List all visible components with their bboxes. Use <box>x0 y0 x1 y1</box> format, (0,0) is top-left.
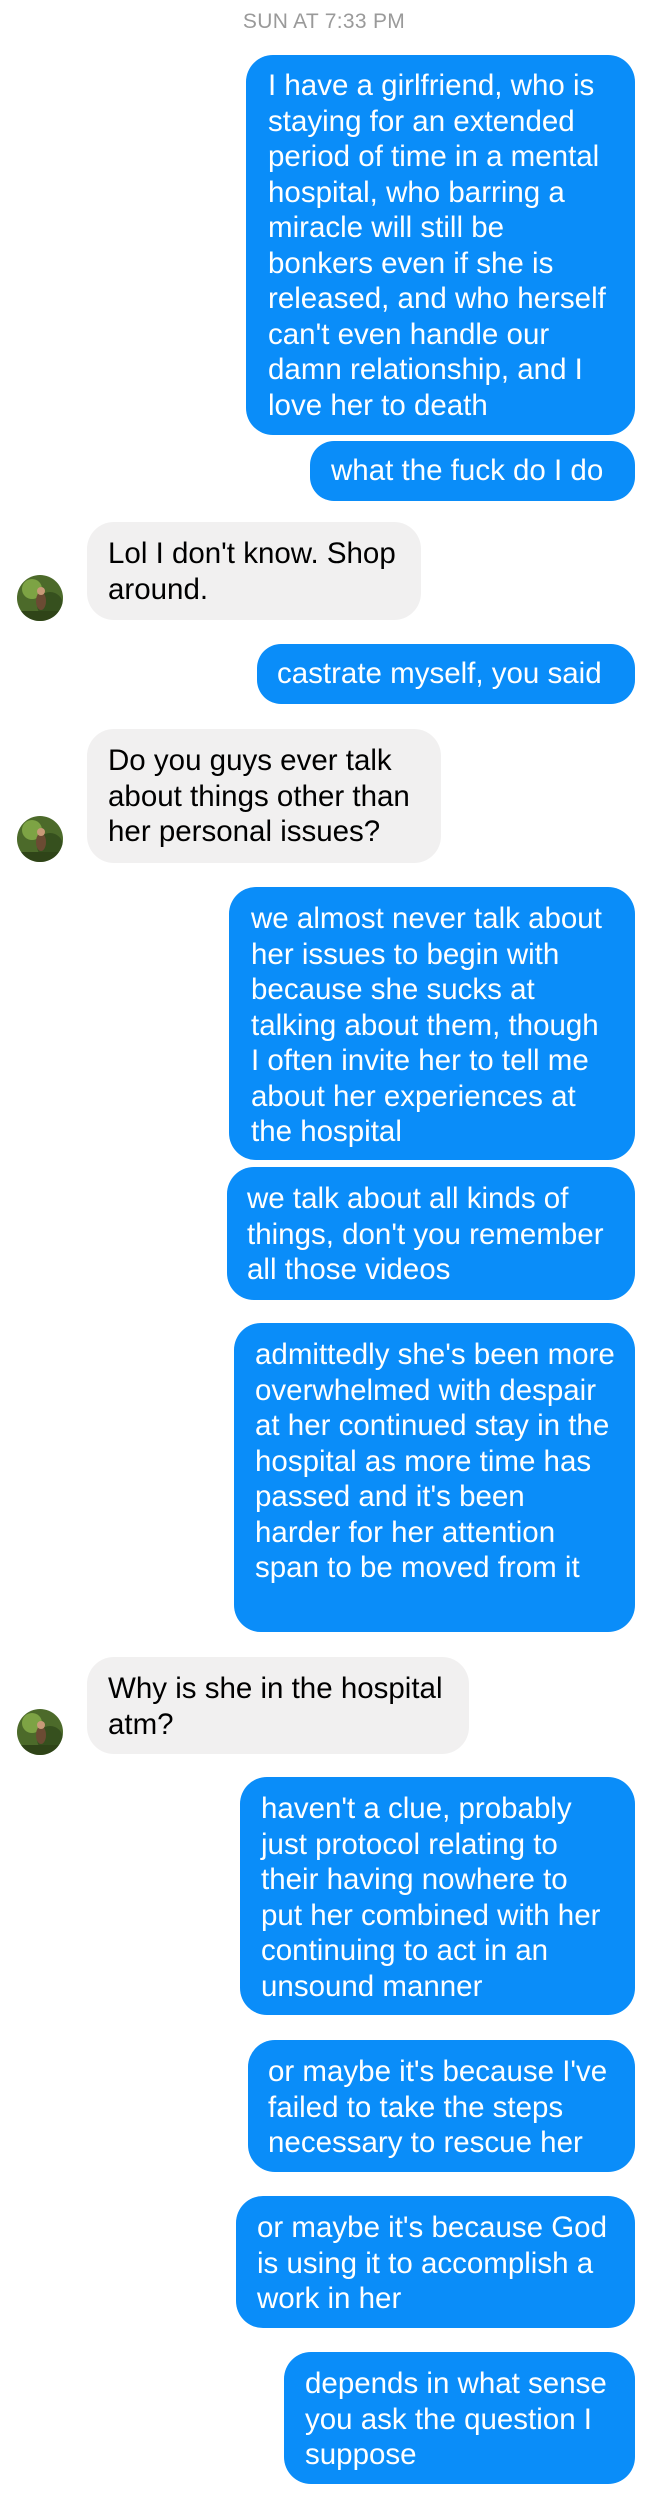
sent-message-bubble[interactable]: I have a girlfriend, who is staying for … <box>246 55 635 435</box>
avatar-photo <box>17 816 63 862</box>
contact-avatar[interactable] <box>17 575 63 621</box>
received-message-bubble[interactable]: Do you guys ever talk about things other… <box>87 729 441 863</box>
sent-message-bubble[interactable]: what the fuck do I do <box>310 441 635 501</box>
sent-message-bubble[interactable]: haven't a clue, probably just protocol r… <box>240 1777 635 2015</box>
avatar-photo <box>17 1709 63 1755</box>
sent-message-bubble[interactable]: depends in what sense you ask the questi… <box>284 2352 635 2484</box>
contact-avatar[interactable] <box>17 816 63 862</box>
sent-message-bubble[interactable]: we talk about all kinds of things, don't… <box>227 1167 635 1300</box>
contact-avatar[interactable] <box>17 1709 63 1755</box>
received-message-bubble[interactable]: Lol I don't know. Shop around. <box>87 522 421 620</box>
sent-message-bubble[interactable]: or maybe it's because God is using it to… <box>236 2196 635 2328</box>
sent-message-bubble[interactable]: we almost never talk about her issues to… <box>229 887 635 1160</box>
sent-message-bubble[interactable]: admittedly she's been more overwhelmed w… <box>234 1323 635 1632</box>
conversation-timestamp: SUN AT 7:33 PM <box>242 10 406 33</box>
received-message-bubble[interactable]: Why is she in the hospital atm? <box>87 1657 469 1754</box>
sent-message-bubble[interactable]: or maybe it's because I've failed to tak… <box>248 2040 635 2172</box>
sent-message-bubble[interactable]: castrate myself, you said <box>257 644 635 704</box>
avatar-photo <box>17 575 63 621</box>
